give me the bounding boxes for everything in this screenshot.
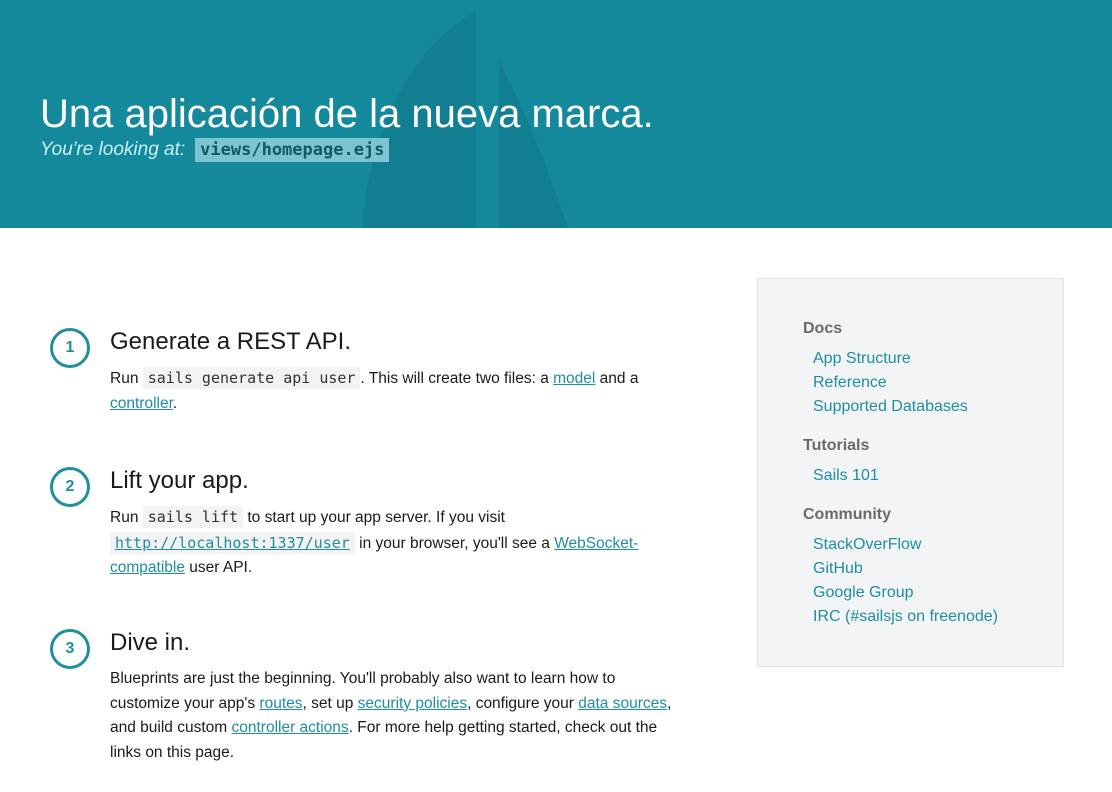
hero-header: Una aplicación de la nueva marca. You're… <box>0 0 1112 228</box>
step-title: Generate a REST API. <box>110 328 352 355</box>
page-title: Una aplicación de la nueva marca. <box>40 92 654 136</box>
step-description: Run sails lift to start up your app serv… <box>110 506 639 576</box>
model-link[interactable]: model <box>553 370 595 387</box>
subtitle-label: You're looking at: <box>40 139 186 160</box>
sidebar-link-github[interactable]: GitHub <box>813 557 1043 581</box>
step-number-badge: 1 <box>50 328 90 368</box>
sidebar: Docs App Structure Reference Supported D… <box>757 278 1064 667</box>
sidebar-link-app-structure[interactable]: App Structure <box>813 347 1043 371</box>
sidebar-link-sails-101[interactable]: Sails 101 <box>813 464 1043 488</box>
sidebar-section-community: Community StackOverFlow GitHub Google Gr… <box>803 503 1043 629</box>
subtitle: You're looking at: views/homepage.ejs <box>40 137 390 163</box>
step-number-badge: 3 <box>50 629 90 669</box>
sidebar-heading: Docs <box>803 320 843 337</box>
sidebar-heading: Community <box>803 506 891 523</box>
command-code: sails lift <box>142 506 244 528</box>
step-description: Run sails generate api user. This will c… <box>110 367 639 412</box>
sidebar-heading: Tutorials <box>803 437 870 454</box>
controller-link[interactable]: controller <box>110 395 173 412</box>
sidebar-link-stackoverflow[interactable]: StackOverFlow <box>813 533 1043 557</box>
step-title: Lift your app. <box>110 467 249 494</box>
routes-link[interactable]: routes <box>259 695 302 712</box>
sidebar-link-irc[interactable]: IRC (#sailsjs on freenode) <box>813 605 1043 629</box>
localhost-url-link[interactable]: http://localhost:1337/user <box>115 534 350 552</box>
sidebar-link-reference[interactable]: Reference <box>813 371 1043 395</box>
data-sources-link[interactable]: data sources <box>578 695 667 712</box>
step-description: Blueprints are just the beginning. You'l… <box>110 670 672 761</box>
command-code: sails generate api user <box>142 367 361 389</box>
sidebar-section-tutorials: Tutorials Sails 101 <box>803 434 1043 488</box>
sidebar-link-supported-databases[interactable]: Supported Databases <box>813 395 1043 419</box>
step-number-badge: 2 <box>50 467 90 507</box>
sidebar-section-docs: Docs App Structure Reference Supported D… <box>803 317 1043 419</box>
step-title: Dive in. <box>110 629 191 656</box>
sidebar-link-google-group[interactable]: Google Group <box>813 581 1043 605</box>
view-file-path: views/homepage.ejs <box>195 138 390 162</box>
controller-actions-link[interactable]: controller actions <box>232 719 349 736</box>
security-policies-link[interactable]: security policies <box>358 695 467 712</box>
